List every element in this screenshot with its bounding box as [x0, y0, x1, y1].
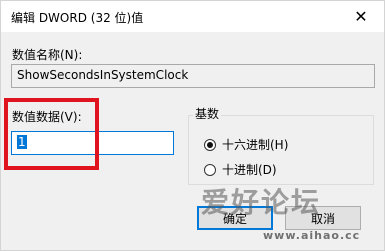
radio-decimal-label: 十进制(D) [222, 163, 277, 177]
radio-hex[interactable] [204, 138, 216, 151]
dialog-title: 编辑 DWORD (32 位)值 [11, 11, 144, 25]
value-name-text: ShowSecondsInSystemClock [17, 68, 189, 82]
radio-hex-label: 十六进制(H) [222, 138, 289, 152]
close-icon: ✕ [354, 7, 368, 26]
value-name-field[interactable]: ShowSecondsInSystemClock [11, 64, 375, 88]
red-highlight-box [4, 98, 99, 170]
title-bar: 编辑 DWORD (32 位)值 ✕ [1, 1, 384, 32]
radio-decimal[interactable] [204, 163, 216, 176]
radio-hex-row[interactable]: 十六进制(H) [204, 136, 288, 153]
base-group-title: 基数 [193, 105, 222, 122]
value-name-label: 数值名称(N): [12, 48, 83, 62]
close-button[interactable]: ✕ [338, 1, 384, 32]
edit-dword-dialog: 编辑 DWORD (32 位)值 ✕ 数值名称(N): ShowSecondsI… [0, 0, 385, 251]
watermark-url: www.aihao.cc [263, 229, 361, 242]
radio-decimal-row[interactable]: 十进制(D) [204, 161, 277, 178]
watermark-logo: 爱好论坛 [201, 186, 322, 219]
